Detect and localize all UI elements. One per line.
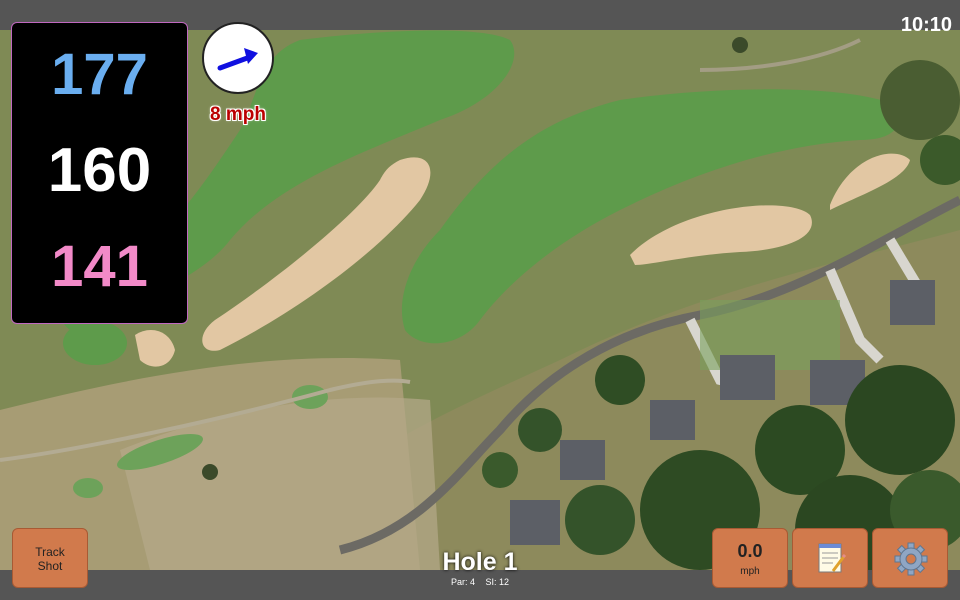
wind-speed-value: 0.0 bbox=[737, 541, 763, 561]
wind-speed-label: 8 mph bbox=[210, 104, 266, 125]
notes-button[interactable] bbox=[792, 528, 868, 588]
wind-speed-unit: mph bbox=[740, 566, 760, 577]
track-shot-button[interactable]: Track Shot bbox=[12, 528, 88, 588]
wind-indicator bbox=[202, 22, 274, 94]
hole-info: Par: 4 SI: 12 bbox=[380, 577, 580, 587]
hole-stroke-index: SI: 12 bbox=[485, 577, 510, 587]
hole-par: Par: 4 bbox=[450, 577, 475, 587]
status-clock: 10:10 bbox=[900, 14, 952, 36]
distance-middle: 160 bbox=[47, 136, 152, 205]
distance-panel: 177 160 141 bbox=[11, 22, 188, 324]
track-shot-label: Track Shot bbox=[35, 545, 65, 573]
notepad-icon bbox=[818, 543, 847, 573]
distance-front: 141 bbox=[51, 234, 148, 299]
settings-button[interactable] bbox=[872, 528, 948, 588]
wind-speed-button[interactable]: 0.0 mph bbox=[712, 528, 788, 588]
distance-back: 177 bbox=[51, 42, 148, 107]
gear-icon bbox=[894, 542, 928, 576]
wind-direction-arrow-icon bbox=[217, 48, 258, 71]
hole-title: Hole 1 bbox=[442, 548, 518, 576]
